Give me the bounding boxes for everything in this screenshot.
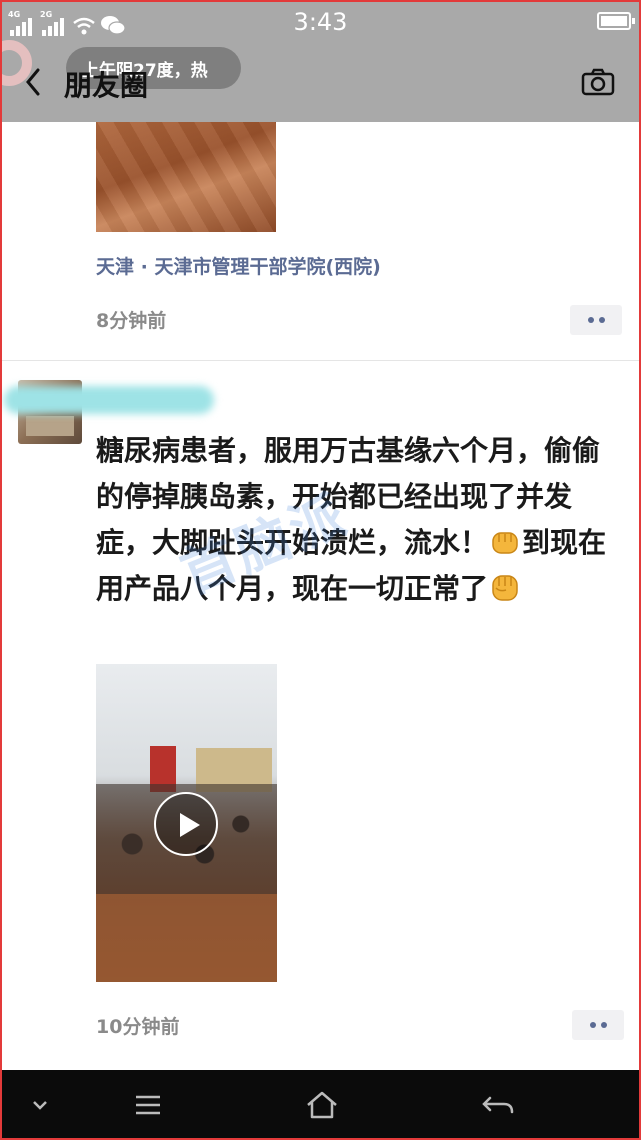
fist-emoji-icon — [492, 532, 518, 554]
battery-icon — [597, 12, 635, 30]
chevron-down-icon[interactable] — [22, 1088, 58, 1122]
post-time: 10分钟前 — [96, 1016, 180, 1038]
post-video[interactable] — [96, 664, 277, 982]
menu-icon[interactable] — [128, 1088, 168, 1122]
video-frame-floor — [96, 894, 277, 982]
more-icon — [589, 1022, 596, 1028]
post-photo[interactable] — [96, 122, 276, 232]
clock: 3:43 — [293, 8, 348, 36]
more-button[interactable] — [572, 1010, 624, 1040]
top-bar: 4G 2G 3:43 上午阴27度，热 朋友圈 — [0, 0, 641, 122]
post-text: 糖尿病患者，服用万古基缘六个月，偷偷的停掉胰岛素，开始都已经出现了并发症，大脚趾… — [96, 428, 616, 612]
return-icon[interactable] — [478, 1088, 518, 1122]
more-icon — [587, 317, 594, 323]
more-button[interactable] — [570, 305, 622, 335]
camera-icon[interactable] — [581, 68, 615, 96]
play-icon[interactable] — [154, 792, 218, 856]
back-icon[interactable] — [20, 64, 48, 100]
blurred-username[interactable] — [4, 386, 214, 414]
post-time: 8分钟前 — [96, 310, 167, 332]
home-icon[interactable] — [302, 1088, 342, 1122]
divider — [0, 360, 641, 361]
system-navigation-bar — [0, 1070, 641, 1140]
page-title: 朋友圈 — [64, 69, 149, 102]
post-location[interactable]: 天津 · 天津市管理干部学院(西院) — [96, 252, 381, 279]
raised-fist-emoji-icon — [492, 575, 518, 601]
